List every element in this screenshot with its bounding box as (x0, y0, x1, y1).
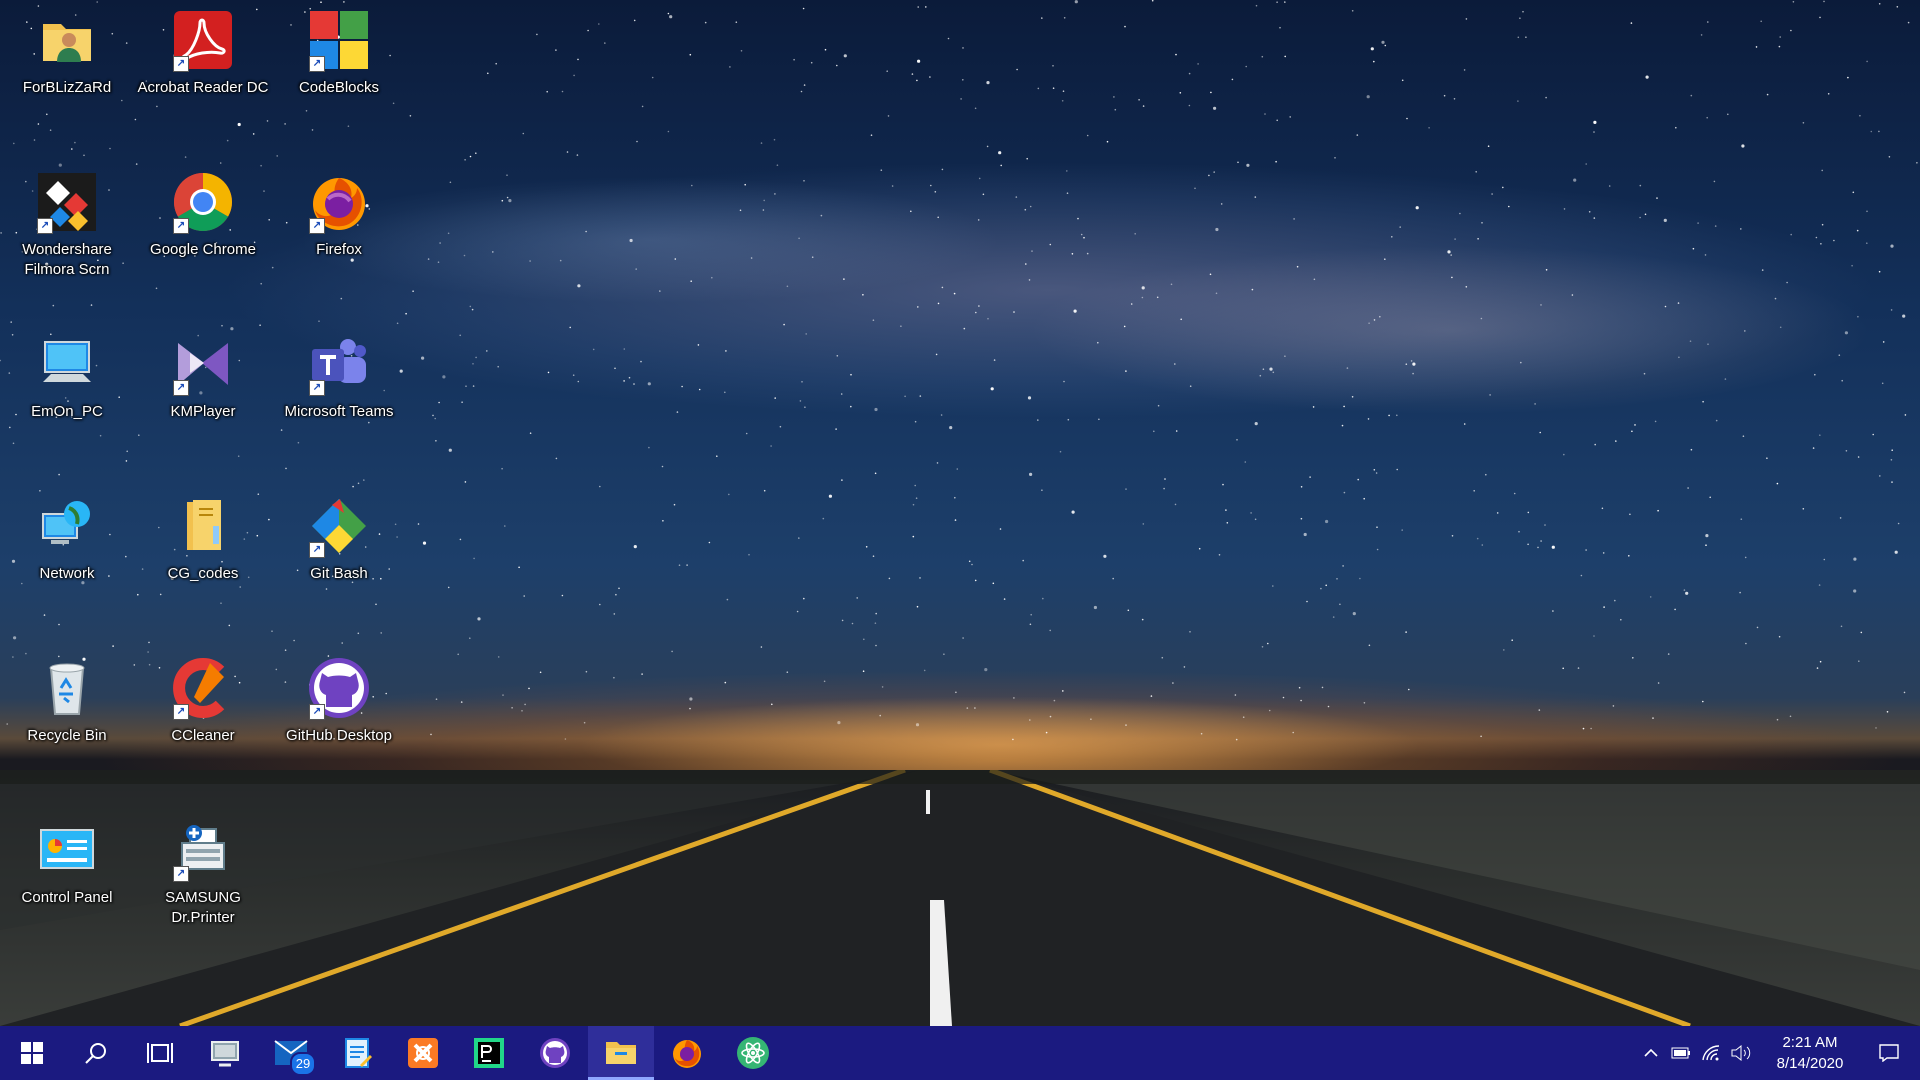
desktop-icon-label: ForBLizZaRd (22, 79, 112, 96)
show-desktop-button[interactable] (1914, 1026, 1920, 1080)
clock-button[interactable]: 2:21 AM 8/14/2020 (1756, 1026, 1864, 1080)
taskbar-remote-desktop[interactable] (192, 1026, 258, 1080)
speaker-icon (1731, 1045, 1751, 1061)
codeblocks-icon: ↗ (307, 8, 371, 72)
desktop-icon-label: Recycle Bin (27, 727, 107, 744)
remote-desktop-icon (211, 1041, 239, 1067)
desktop-icon-github-desktop[interactable]: ↗ GitHub Desktop (273, 650, 405, 800)
desktop-icon-ccleaner[interactable]: ↗ CCleaner (137, 650, 269, 800)
desktop-icon-label: Network (39, 565, 95, 582)
system-tray: 2:21 AM 8/14/2020 (1636, 1026, 1920, 1080)
acrobat-icon: ↗ (171, 8, 235, 72)
desktop-icon-teams[interactable]: ↗ Microsoft Teams (273, 326, 405, 476)
task-view-icon (147, 1043, 173, 1063)
search-icon (85, 1043, 106, 1064)
taskbar-notepad[interactable] (324, 1026, 390, 1080)
firefox-icon: ↗ (307, 170, 371, 234)
desktop-icon-label: Acrobat Reader DC (137, 79, 269, 96)
desktop-icon-cg-codes[interactable]: CG_codes (137, 488, 269, 638)
user-folder-icon (35, 8, 99, 72)
desktop-icon-label: CG_codes (167, 565, 239, 582)
desktop-icon-label: Wondershare Filmora Scrn (22, 241, 112, 278)
desktop-icon-network[interactable]: Network (1, 488, 133, 638)
battery-button[interactable] (1666, 1026, 1696, 1080)
desktop-icon-label: EmOn_PC (31, 403, 103, 420)
notepad-icon (345, 1038, 372, 1068)
atom-icon (737, 1037, 769, 1069)
desktop-icon-filmora[interactable]: ↗ Wondershare Filmora Scrn (1, 164, 133, 314)
desktop-icon-label: CodeBlocks (298, 79, 380, 96)
search-button[interactable] (64, 1026, 128, 1080)
taskbar-github-desktop[interactable] (522, 1026, 588, 1080)
pycharm-icon (474, 1038, 504, 1068)
network-icon (35, 494, 99, 558)
desktop-icon-label: KMPlayer (170, 403, 236, 420)
desktop-icon-kmplayer[interactable]: ↗ KMPlayer (137, 326, 269, 476)
clock-date: 8/14/2020 (1776, 1055, 1844, 1072)
desktop-icon-label: Git Bash (310, 565, 368, 582)
notification-icon (1879, 1044, 1899, 1062)
taskbar-xampp[interactable] (390, 1026, 456, 1080)
desktop-icon-label: Microsoft Teams (284, 403, 394, 420)
desktop-icon-samsung-printer[interactable]: ↗ SAMSUNG Dr.Printer (137, 812, 269, 962)
mail-unread-badge: 29 (290, 1052, 316, 1076)
desktop-icon-codeblocks[interactable]: ↗ CodeBlocks (273, 2, 405, 152)
github-desktop-icon (540, 1038, 570, 1068)
samsung-printer-icon: ↗ (171, 818, 235, 882)
git-bash-icon: ↗ (307, 494, 371, 558)
show-hidden-icons-button[interactable] (1636, 1026, 1666, 1080)
desktop-icon-forblizzard[interactable]: ForBLizZaRd (1, 2, 133, 152)
taskbar-mail[interactable]: 29 (258, 1026, 324, 1080)
clock-time: 2:21 AM (1782, 1034, 1838, 1051)
desktop-icon-label: CCleaner (171, 727, 235, 744)
filmora-icon: ↗ (35, 170, 99, 234)
desktop-icon-firefox[interactable]: ↗ Firefox (273, 164, 405, 314)
desktop-icon-label: Control Panel (21, 889, 113, 906)
kmplayer-icon: ↗ (171, 332, 235, 396)
desktop-icon-emon-pc[interactable]: EmOn_PC (1, 326, 133, 476)
file-explorer-icon (606, 1041, 636, 1064)
taskbar-firefox[interactable] (654, 1026, 720, 1080)
desktop-icon-git-bash[interactable]: ↗ Git Bash (273, 488, 405, 638)
task-view-button[interactable] (128, 1026, 192, 1080)
xampp-icon (408, 1038, 438, 1068)
desktop-icon-acrobat[interactable]: ↗ Acrobat Reader DC (137, 2, 269, 152)
desktop-icon-chrome[interactable]: ↗ Google Chrome (137, 164, 269, 314)
wallpaper-road (0, 770, 1920, 1026)
action-center-button[interactable] (1864, 1026, 1914, 1080)
volume-button[interactable] (1726, 1026, 1756, 1080)
taskbar: 29 2:21 AM 8/14/2020 (0, 1026, 1920, 1080)
teams-icon: ↗ (307, 332, 371, 396)
chrome-icon: ↗ (171, 170, 235, 234)
desktop-icon-control-panel[interactable]: Control Panel (1, 812, 133, 962)
start-button[interactable] (0, 1026, 64, 1080)
ccleaner-icon: ↗ (171, 656, 235, 720)
desktop-icon-label: SAMSUNG Dr.Printer (165, 889, 241, 926)
battery-icon (1671, 1047, 1690, 1059)
network-button[interactable] (1696, 1026, 1726, 1080)
windows-start-icon (21, 1042, 43, 1064)
desktop-icon-recycle-bin[interactable]: Recycle Bin (1, 650, 133, 800)
taskbar-file-explorer[interactable] (588, 1026, 654, 1080)
chevron-up-icon (1644, 1048, 1658, 1057)
folder-icon (171, 494, 235, 558)
desktop-icon-label: GitHub Desktop (286, 727, 392, 744)
firefox-icon (673, 1040, 701, 1068)
taskbar-pycharm[interactable] (456, 1026, 522, 1080)
desktop-icon-label: Firefox (316, 241, 362, 258)
computer-icon (35, 332, 99, 396)
taskbar-atom[interactable] (720, 1026, 786, 1080)
control-panel-icon (35, 818, 99, 882)
wifi-icon (1702, 1045, 1720, 1061)
recycle-bin-icon (35, 656, 99, 720)
github-desktop-icon: ↗ (307, 656, 371, 720)
desktop-icon-label: Google Chrome (150, 241, 256, 258)
clock: 2:21 AM 8/14/2020 (1760, 1032, 1860, 1074)
